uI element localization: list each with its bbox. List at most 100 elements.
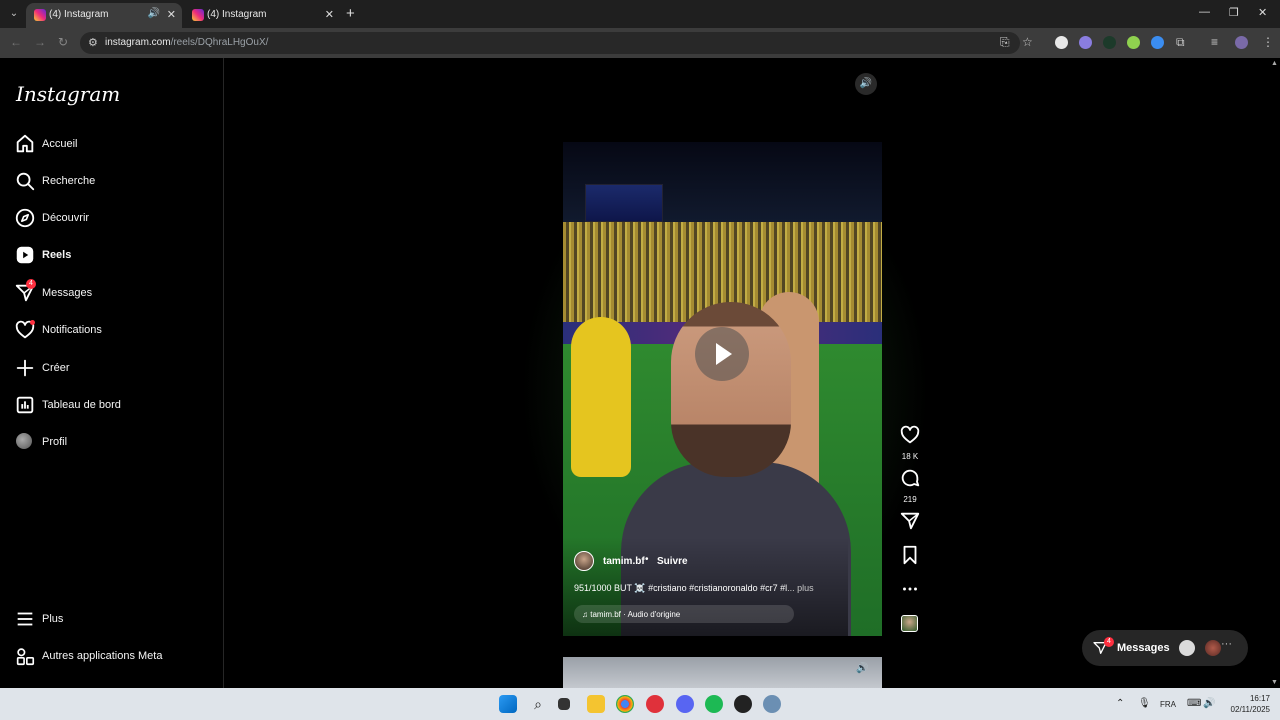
follow-button[interactable]: Suivre <box>657 556 688 567</box>
microphone-icon[interactable]: 🎙 <box>1138 698 1151 709</box>
heart-icon[interactable] <box>899 424 921 446</box>
reading-list-icon[interactable]: ≡ <box>1211 35 1218 49</box>
reload-icon[interactable]: ↻ <box>58 35 68 49</box>
new-tab-button[interactable]: + <box>346 5 355 22</box>
messages-badge: 4 <box>26 279 36 289</box>
sidebar-item-tableau-de-bord[interactable]: Tableau de bord <box>14 391 214 421</box>
dot-separator: • <box>645 554 649 565</box>
share-action[interactable] <box>895 510 925 537</box>
sidebar-item-recherche[interactable]: Recherche <box>14 167 214 197</box>
audio-chip[interactable]: ♫ tamim.bf · Audio d'origine <box>574 605 794 623</box>
avatar <box>1179 640 1195 656</box>
sidebar: Instagram Accueil Recherche Découvrir Re… <box>0 58 224 688</box>
volume-icon[interactable]: 🔊 <box>1203 698 1215 709</box>
settings-icon[interactable] <box>763 695 781 713</box>
messages-drawer-button[interactable]: 4 Messages ··· <box>1082 630 1248 666</box>
author-avatar[interactable] <box>574 551 594 571</box>
meta-apps-icon <box>16 648 35 666</box>
spotify-icon[interactable] <box>705 695 723 713</box>
window-close-icon[interactable]: ✕ <box>1258 6 1267 19</box>
more-dots-icon: ··· <box>1221 638 1232 650</box>
language-indicator[interactable]: FRA <box>1160 700 1176 709</box>
compass-icon <box>15 208 35 228</box>
start-icon[interactable] <box>499 695 517 713</box>
comment-action[interactable]: 219 <box>895 467 925 504</box>
discord-icon[interactable] <box>676 695 694 713</box>
tab-instagram[interactable]: (4) Instagram ✕ <box>184 3 340 28</box>
extension-icon[interactable] <box>1079 36 1092 49</box>
extension-icon[interactable] <box>1103 36 1116 49</box>
back-icon[interactable]: ← <box>10 35 22 49</box>
share-icon[interactable] <box>899 510 921 532</box>
extension-icon[interactable] <box>1055 36 1068 49</box>
extension-icon[interactable] <box>1127 36 1140 49</box>
sidebar-item-messages[interactable]: 4 Messages <box>14 279 214 309</box>
restore-icon[interactable]: ❐ <box>1229 6 1239 19</box>
comment-count: 219 <box>903 495 917 504</box>
like-action[interactable]: 18 K <box>895 424 925 461</box>
reel-video[interactable]: tamim.bf • Suivre 951/1000 BUT ☠️ #crist… <box>563 142 882 636</box>
tab-close-icon[interactable]: ✕ <box>167 8 176 21</box>
next-reel-mute-icon[interactable]: 🔊 <box>856 663 868 674</box>
sidebar-item-plus[interactable]: Plus <box>14 605 214 635</box>
forward-icon[interactable]: → <box>34 35 46 49</box>
browser-menu-icon[interactable]: ⋮ <box>1262 35 1274 49</box>
sidebar-item-notifications[interactable]: Notifications <box>14 316 214 346</box>
scroll-up-icon[interactable]: ▲ <box>1271 60 1278 67</box>
sidebar-item-label: Messages <box>42 287 93 299</box>
file-explorer-icon[interactable] <box>587 695 605 713</box>
site-info-icon[interactable]: ⚙ <box>88 36 98 49</box>
sidebar-item-label: Créer <box>42 362 70 374</box>
comment-icon[interactable] <box>899 467 921 489</box>
home-icon <box>16 134 34 153</box>
caption-more-link[interactable]: ... plus <box>787 583 814 593</box>
sidebar-item-creer[interactable]: Créer <box>14 354 214 384</box>
sidebar-item-decouvrir[interactable]: Découvrir <box>14 204 214 234</box>
sidebar-item-meta-apps[interactable]: Autres applications Meta <box>14 642 214 672</box>
more-options-action[interactable] <box>895 578 925 605</box>
page-scrollbar[interactable]: ▲ ▼ <box>1270 58 1280 688</box>
tab-close-icon[interactable]: ✕ <box>325 8 334 21</box>
audio-thumbnail[interactable] <box>901 615 918 632</box>
play-button[interactable] <box>695 327 749 381</box>
scroll-down-icon[interactable]: ▼ <box>1271 679 1278 686</box>
os-taskbar: ⌕ ⌃ 🎙 FRA ⌨ 🔊 16:17 02/11/2025 <box>0 688 1280 720</box>
address-bar[interactable]: ⚙ instagram.com/reels/DQhraLHgOuX/ <box>80 32 1020 54</box>
install-app-icon[interactable]: ⎘ <box>1000 35 1010 50</box>
tab-instagram-active[interactable]: (4) Instagram 🔊 ✕ <box>26 3 182 28</box>
messages-badge: 4 <box>1104 637 1114 647</box>
chrome-icon[interactable] <box>616 695 634 713</box>
profile-avatar[interactable] <box>1235 36 1248 49</box>
tab-title: (4) Instagram <box>49 9 109 20</box>
scoreboard <box>585 184 663 222</box>
tab-title: (4) Instagram <box>207 9 267 20</box>
sidebar-item-reels[interactable]: Reels <box>14 241 214 271</box>
tab-audio-icon[interactable]: 🔊 <box>148 8 160 19</box>
sidebar-item-accueil[interactable]: Accueil <box>14 130 214 160</box>
browser-tab-strip: ⌄ (4) Instagram 🔊 ✕ (4) Instagram ✕ + — … <box>0 0 1280 28</box>
tab-search-icon[interactable]: ⌄ <box>6 6 22 22</box>
save-action[interactable] <box>895 544 925 571</box>
minimize-icon[interactable]: — <box>1199 6 1210 18</box>
extensions-puzzle-icon[interactable]: ⧉ <box>1176 35 1185 50</box>
task-view-icon[interactable] <box>558 698 570 710</box>
browser-toolbar: ← → ↻ ⚙ instagram.com/reels/DQhraLHgOuX/… <box>0 28 1280 58</box>
avatar <box>1205 640 1221 656</box>
instagram-logo[interactable]: Instagram <box>16 82 120 106</box>
bookmark-icon[interactable] <box>899 544 921 566</box>
mute-toggle-icon[interactable]: 🔊 <box>855 73 877 95</box>
network-icon[interactable]: ⌨ <box>1187 698 1201 709</box>
system-clock[interactable]: 16:17 02/11/2025 <box>1224 693 1270 715</box>
next-reel-preview[interactable] <box>563 657 882 688</box>
app-icon[interactable] <box>646 695 664 713</box>
tray-expand-icon[interactable]: ⌃ <box>1116 698 1124 709</box>
author-username[interactable]: tamim.bf <box>603 556 645 567</box>
bookmark-star-icon[interactable]: ☆ <box>1022 35 1033 49</box>
search-icon[interactable]: ⌕ <box>529 695 547 713</box>
extension-icon[interactable] <box>1151 36 1164 49</box>
sidebar-item-profil[interactable]: Profil <box>14 428 214 458</box>
app-icon[interactable] <box>734 695 752 713</box>
reel-caption[interactable]: 951/1000 BUT ☠️ #cristiano #cristianoron… <box>574 583 844 594</box>
sidebar-item-label: Recherche <box>42 175 96 187</box>
more-dots-icon[interactable] <box>899 578 921 600</box>
